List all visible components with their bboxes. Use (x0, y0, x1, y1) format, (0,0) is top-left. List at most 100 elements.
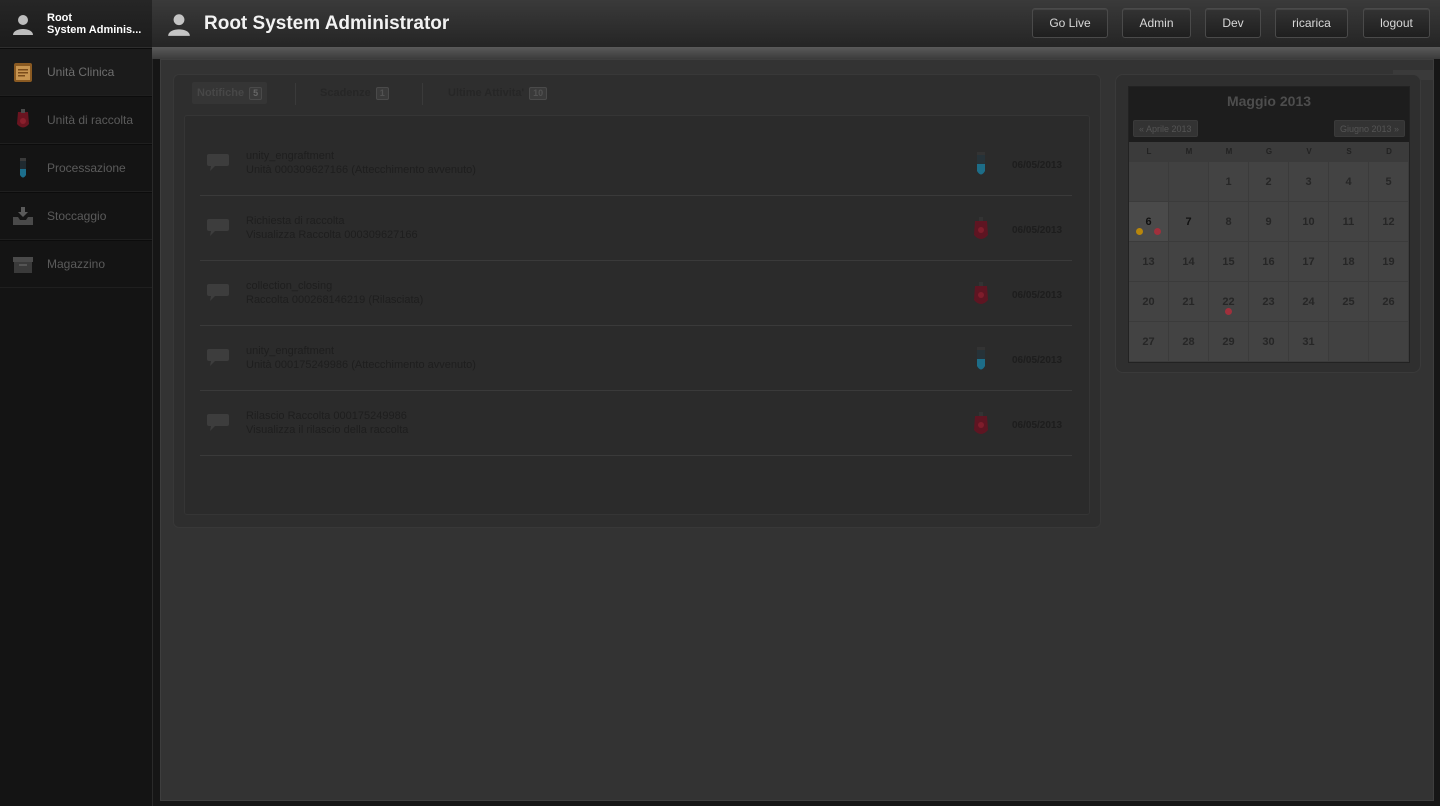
calendar-empty-cell (1169, 162, 1209, 202)
sidebar-item-unita-clinica[interactable]: Unità Clinica (0, 48, 152, 96)
notification-title: Rilascio Raccolta 000175249986 (246, 410, 407, 422)
blood-bag-icon (974, 282, 988, 304)
calendar-day-number: 24 (1302, 295, 1315, 308)
calendar-day[interactable]: 14 (1169, 242, 1209, 282)
calendar-day[interactable]: 4 (1329, 162, 1369, 202)
calendar-day-number: 12 (1382, 215, 1395, 228)
logout-button[interactable]: logout (1363, 8, 1430, 38)
archive-box-icon (13, 257, 33, 273)
calendar-day[interactable]: 26 (1369, 282, 1409, 322)
calendar-day[interactable]: 19 (1369, 242, 1409, 282)
header-divider (152, 47, 1440, 59)
sidebar-item-unita-di-raccolta[interactable]: Unità di raccolta (0, 96, 152, 144)
calendar-day[interactable]: 31 (1289, 322, 1329, 362)
sidebar-item-processazione[interactable]: Processazione (0, 144, 152, 192)
notification-row[interactable]: collection_closing Raccolta 000268146219… (200, 261, 1072, 326)
calendar-day[interactable]: 16 (1249, 242, 1289, 282)
sidebar: Root System Adminis... Unità Clinica Uni… (0, 0, 153, 806)
calendar-day[interactable]: 27 (1129, 322, 1169, 362)
calendar-day[interactable]: 11 (1329, 202, 1369, 242)
calendar-day[interactable]: 25 (1329, 282, 1369, 322)
calendar-event-dot (1136, 228, 1143, 235)
calendar-empty-cell (1369, 322, 1409, 362)
inbox-download-icon (13, 207, 33, 225)
calendar-next-month-button[interactable]: Giugno 2013 » (1333, 120, 1405, 137)
calendar-day[interactable]: 15 (1209, 242, 1249, 282)
speech-bubble-icon (207, 219, 229, 236)
calendar-empty-cell (1129, 162, 1169, 202)
calendar-day[interactable]: 23 (1249, 282, 1289, 322)
notification-row[interactable]: unity_engraftment Unità 000309627166 (At… (200, 131, 1072, 196)
notification-detail[interactable]: Unità 000309627166 (Attecchimento avvenu… (246, 163, 476, 177)
calendar-day-number: 3 (1305, 175, 1312, 188)
notification-detail[interactable]: Raccolta 000268146219 (Rilasciata) (246, 293, 423, 307)
blood-bag-icon (17, 109, 29, 128)
notification-detail[interactable]: Unità 000175249986 (Attecchimento avvenu… (246, 358, 476, 372)
speech-bubble-icon (207, 284, 229, 301)
tab-ultime-attivita[interactable]: Ultime Attivita' 10 (448, 82, 548, 104)
notification-row[interactable]: Rilascio Raccolta 000175249986 Visualizz… (200, 391, 1072, 456)
sidebar-item-label: Unità di raccolta (47, 113, 134, 127)
dev-button[interactable]: Dev (1205, 8, 1261, 38)
calendar-day[interactable]: 29 (1209, 322, 1249, 362)
user-icon (13, 14, 33, 35)
calendar-day-number: 4 (1345, 175, 1352, 188)
notification-detail[interactable]: Visualizza Raccolta 000309627166 (246, 228, 418, 242)
calendar-day[interactable]: 10 (1289, 202, 1329, 242)
reload-button[interactable]: ricarica (1275, 8, 1348, 38)
calendar-day[interactable]: 3 (1289, 162, 1329, 202)
calendar-prev-month-button[interactable]: « Aprile 2013 (1133, 120, 1198, 137)
notification-detail[interactable]: Visualizza il rilascio della raccolta (246, 423, 408, 437)
calendar-day[interactable]: 6 (1129, 202, 1169, 242)
tab-count-badge: 5 (249, 86, 263, 100)
calendar-day-number: 5 (1385, 175, 1392, 188)
calendar-day-number: 22 (1222, 295, 1235, 308)
clipboard-icon (14, 63, 32, 82)
calendar-day-number: 8 (1225, 215, 1232, 228)
notification-date: 06/05/2013 (1012, 290, 1063, 301)
tab-notifiche[interactable]: Notifiche 5 (192, 82, 268, 104)
calendar-day[interactable]: 24 (1289, 282, 1329, 322)
calendar-day[interactable]: 21 (1169, 282, 1209, 322)
notifications-panel: Notifiche 5 Scadenze 1 Ultime Attivita' … (173, 74, 1101, 528)
calendar-day[interactable]: 8 (1209, 202, 1249, 242)
calendar-day-number: 27 (1142, 335, 1155, 348)
calendar-day[interactable]: 1 (1209, 162, 1249, 202)
notification-row[interactable]: Richiesta di raccolta Visualizza Raccolt… (200, 196, 1072, 261)
speech-bubble-icon (207, 154, 229, 171)
calendar: Maggio 2013 « Aprile 2013 Giugno 2013 » … (1128, 86, 1410, 363)
calendar-day[interactable]: 12 (1369, 202, 1409, 242)
notification-title: unity_engraftment (246, 150, 335, 162)
calendar-day[interactable]: 5 (1369, 162, 1409, 202)
calendar-weekday-header: LMMGVSD (1129, 142, 1409, 162)
calendar-day[interactable]: 30 (1249, 322, 1289, 362)
calendar-day[interactable]: 28 (1169, 322, 1209, 362)
tab-scadenze[interactable]: Scadenze 1 (320, 82, 389, 104)
notification-date: 06/05/2013 (1012, 420, 1063, 431)
calendar-day-number: 17 (1302, 255, 1315, 268)
admin-button[interactable]: Admin (1122, 8, 1191, 38)
calendar-day[interactable]: 17 (1289, 242, 1329, 282)
calendar-day[interactable]: 13 (1129, 242, 1169, 282)
calendar-grid: 1 2 3 4 5 6 7 8 9 10 11 12 13 14 15 16 17 18 19 20 21 22 23 24 2… (1129, 162, 1409, 362)
sidebar-item-label: Magazzino (47, 257, 106, 271)
calendar-day-number: 15 (1222, 255, 1235, 268)
calendar-day[interactable]: 18 (1329, 242, 1369, 282)
go-live-button[interactable]: Go Live (1032, 8, 1108, 38)
calendar-day[interactable]: 7 (1169, 202, 1209, 242)
user-card[interactable]: Root System Adminis... (0, 0, 152, 48)
calendar-day-number: 21 (1182, 295, 1195, 308)
calendar-empty-cell (1329, 322, 1369, 362)
calendar-month-title: Maggio 2013 (1226, 93, 1312, 109)
notification-row[interactable]: unity_engraftment Unità 000175249986 (At… (200, 326, 1072, 391)
calendar-day[interactable]: 2 (1249, 162, 1289, 202)
sidebar-item-magazzino[interactable]: Magazzino (0, 240, 152, 288)
calendar-event-dot (1225, 308, 1232, 315)
calendar-day[interactable]: 20 (1129, 282, 1169, 322)
calendar-day[interactable]: 9 (1249, 202, 1289, 242)
calendar-weekday-label: G (1265, 147, 1273, 156)
sidebar-item-stoccaggio[interactable]: Stoccaggio (0, 192, 152, 240)
calendar-day[interactable]: 22 (1209, 282, 1249, 322)
calendar-weekday-label: M (1225, 147, 1233, 156)
calendar-weekday-label: M (1185, 147, 1193, 156)
